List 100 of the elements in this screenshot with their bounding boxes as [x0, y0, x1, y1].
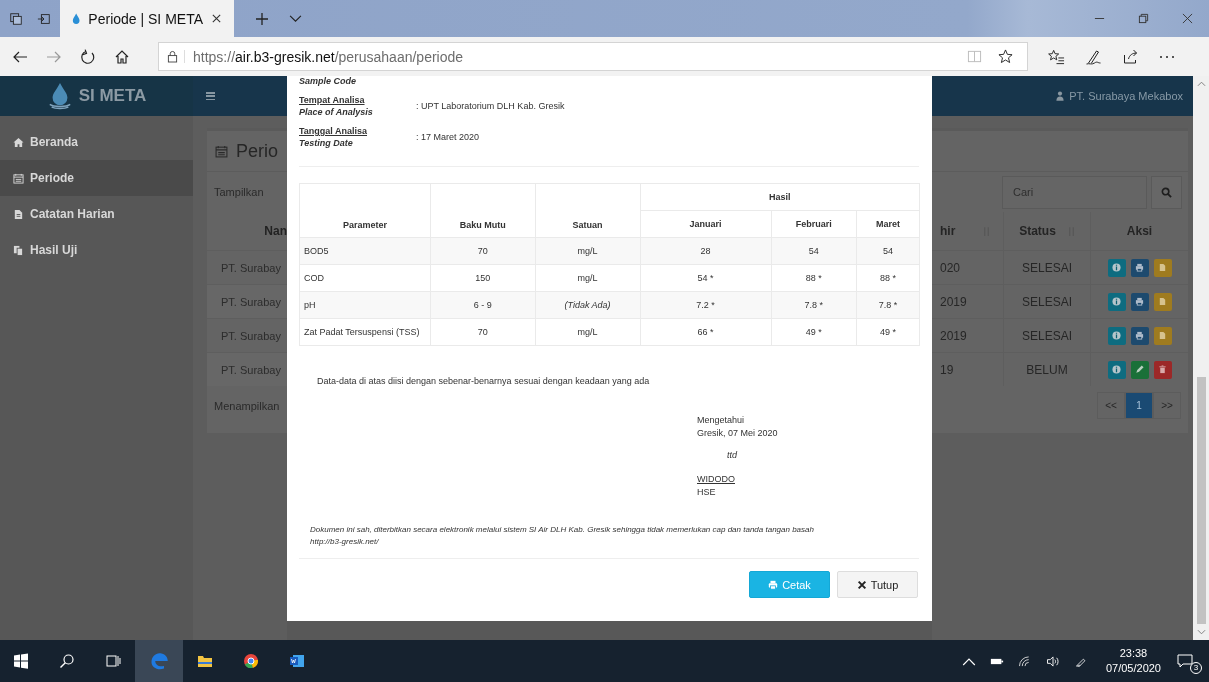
page-number-button[interactable]: 1: [1125, 392, 1153, 419]
delete-button[interactable]: [1153, 360, 1172, 379]
next-page-button[interactable]: >>: [1153, 392, 1181, 419]
table-cell: PT. Surabay: [221, 295, 281, 308]
column-group-header: Hasil: [640, 183, 920, 211]
document-button[interactable]: [1153, 258, 1172, 277]
info-button[interactable]: [1107, 258, 1126, 277]
pen-icon[interactable]: [1073, 655, 1088, 667]
word-icon[interactable]: [289, 653, 305, 669]
pen-icon[interactable]: [1085, 48, 1102, 65]
refresh-icon[interactable]: [80, 48, 96, 65]
search-button[interactable]: [1151, 175, 1182, 209]
info-icon: [1112, 331, 1121, 340]
field-label-english: Sample Code: [299, 76, 357, 86]
table-cell: mg/L: [535, 264, 640, 292]
home-icon[interactable]: [114, 48, 130, 65]
table-cell: COD: [299, 264, 431, 292]
sidebar-item[interactable]: Hasil Uji: [0, 232, 193, 268]
user-icon: [1056, 91, 1065, 101]
table-cell: 28: [640, 237, 771, 265]
document-icon: [1158, 263, 1167, 272]
table-cell: BOD5: [299, 237, 431, 265]
wifi-icon[interactable]: [1017, 655, 1032, 667]
column-header: Parameter: [299, 183, 431, 238]
table-cell: 88 *: [856, 264, 920, 292]
sidebar-item[interactable]: Periode: [0, 160, 193, 196]
info-icon: [1112, 263, 1121, 272]
clock[interactable]: 23:38 07/05/2020: [1105, 646, 1161, 676]
browser-tab[interactable]: Periode | SI META: [60, 0, 234, 37]
search-icon: [1161, 186, 1172, 198]
table-cell: 020: [940, 260, 961, 275]
document-button[interactable]: [1153, 292, 1172, 311]
close-icon[interactable]: [1182, 13, 1193, 24]
volume-icon[interactable]: [1045, 655, 1060, 667]
restore-icon[interactable]: [1138, 13, 1149, 24]
folder-icon[interactable]: [197, 653, 213, 669]
info-button[interactable]: [1107, 360, 1126, 379]
info-button[interactable]: [1107, 326, 1126, 345]
status-text: BELUM: [1026, 362, 1068, 377]
sidebar-item[interactable]: Catatan Harian: [0, 196, 193, 232]
printer-icon: [1135, 331, 1144, 340]
star-icon[interactable]: [998, 49, 1013, 64]
statement-text: Data-data di atas diisi dengan sebenar-benarnya sesuai dengan keadaan yang ada: [317, 376, 651, 386]
column-header: Satuan: [535, 183, 640, 238]
table-cell: 2019: [940, 328, 967, 343]
address-field[interactable]: https://air.b3-gresik.net/perusahaan/periode: [158, 42, 1028, 71]
favorites-icon[interactable]: [1048, 48, 1065, 65]
url-text: https://air.b3-gresik.net/perusahaan/periode: [193, 48, 464, 65]
column-header: Nan: [264, 224, 287, 238]
windows-start-icon[interactable]: [13, 653, 29, 669]
page-title: Perio: [236, 140, 279, 162]
tab-preview-icon[interactable]: [37, 11, 51, 26]
close-button[interactable]: Tutup: [837, 571, 918, 598]
menu-icon[interactable]: [206, 92, 215, 100]
field-label-english: Place of Analysis: [299, 107, 374, 117]
table-cell: 7.8 *: [856, 291, 920, 319]
pencil-icon: [1135, 365, 1144, 374]
signature-heading: Mengetahui: [697, 414, 746, 427]
table-cell: (Tidak Ada): [535, 291, 640, 319]
print-button[interactable]: [1130, 258, 1149, 277]
task-view-icon[interactable]: [105, 653, 121, 669]
search-icon[interactable]: [59, 653, 75, 669]
scroll-thumb[interactable]: [1196, 377, 1206, 624]
scrollbar[interactable]: [1193, 76, 1209, 640]
new-tab-icon[interactable]: [255, 11, 269, 26]
field-label: Tanggal Analisa: [299, 126, 368, 136]
document-button[interactable]: [1153, 326, 1172, 345]
info-icon: [1112, 297, 1121, 306]
copy-icon: [13, 244, 24, 256]
share-icon[interactable]: [1122, 48, 1139, 65]
signature-date: Gresik, 07 Mei 2020: [697, 427, 779, 440]
info-button[interactable]: [1107, 292, 1126, 311]
column-header: Aksi: [1126, 224, 1153, 238]
previous-page-button[interactable]: <<: [1097, 392, 1125, 419]
user-menu[interactable]: PT. Surabaya Mekabox: [1069, 90, 1183, 102]
document-icon: [1158, 297, 1167, 306]
more-menu-icon[interactable]: [1159, 54, 1175, 59]
sidebar-item[interactable]: Beranda: [0, 124, 193, 160]
column-header: Baku Mutu: [430, 183, 536, 238]
table-cell: 70: [430, 318, 536, 346]
table-cell: PT. Surabay: [221, 261, 281, 274]
print-button[interactable]: [1130, 292, 1149, 311]
table-cell: 70: [430, 237, 536, 265]
edit-button[interactable]: [1130, 360, 1149, 379]
chevron-down-icon[interactable]: [289, 14, 302, 23]
footnote-text: http://b3-gresik.net/: [310, 536, 380, 548]
trash-icon: [1158, 365, 1167, 374]
lock-icon: [167, 50, 185, 63]
table-cell: 19: [940, 362, 954, 377]
table-cell: PT. Surabay: [221, 363, 281, 376]
status-text: SELESAI: [1022, 328, 1072, 343]
calendar-icon: [13, 172, 24, 184]
column-header: Maret: [856, 210, 920, 238]
printer-icon: [1135, 263, 1144, 272]
tab-set-aside-icon[interactable]: [9, 11, 23, 26]
chrome-icon[interactable]: [243, 653, 259, 669]
print-button[interactable]: [1130, 326, 1149, 345]
status-text: SELESAI: [1022, 294, 1072, 309]
field-label-english: Testing Date: [299, 138, 354, 148]
close-icon[interactable]: [211, 13, 222, 24]
